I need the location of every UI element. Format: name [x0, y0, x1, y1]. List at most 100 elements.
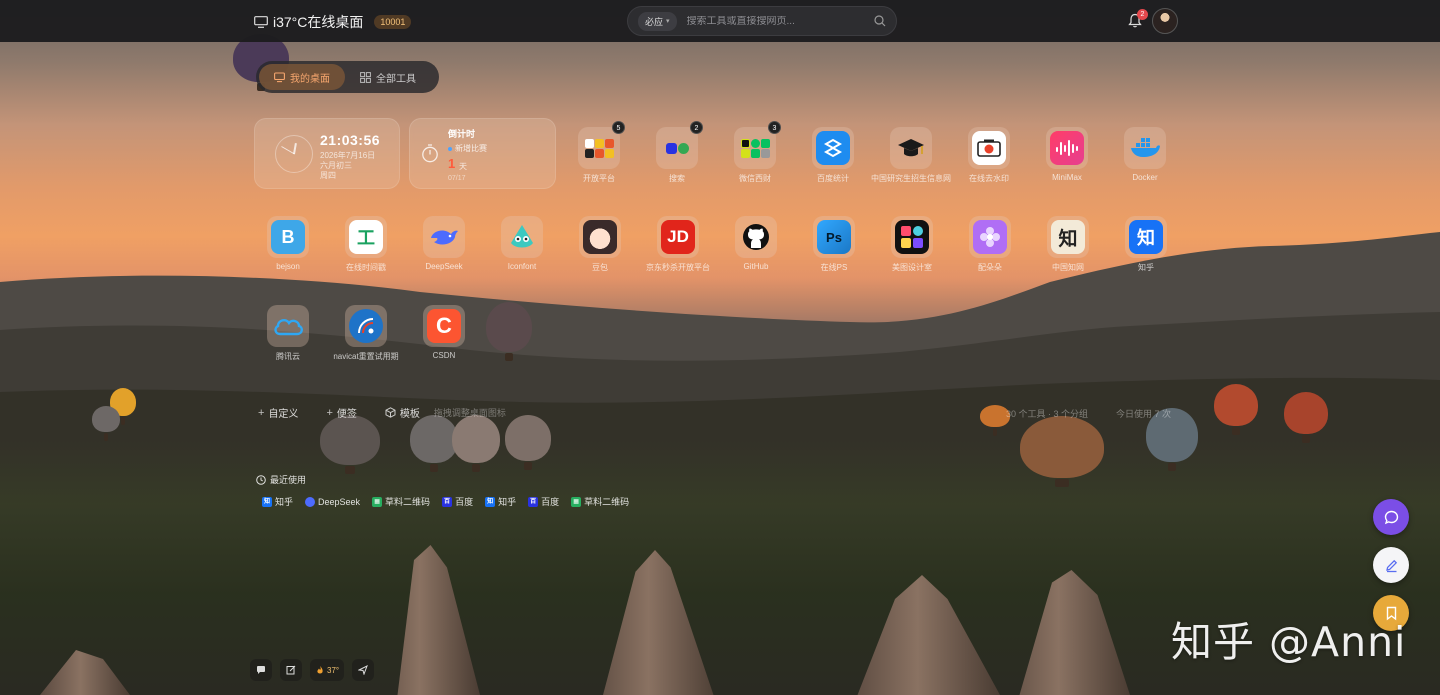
- app-label: Docker: [1132, 173, 1158, 182]
- user-avatar[interactable]: [1152, 8, 1178, 34]
- open-platform-icon: [582, 131, 616, 165]
- wallpaper-background: [0, 0, 1440, 695]
- app-jd-seckill[interactable]: JD 京东秒杀开放平台: [643, 216, 713, 273]
- balloon: [1284, 392, 1328, 443]
- app-peiduoduo[interactable]: 配朵朵: [955, 216, 1025, 273]
- iconfont-icon: [505, 220, 539, 254]
- app-watermark-remover[interactable]: 在线去水印: [954, 127, 1024, 184]
- recent-item-label: 知乎: [275, 497, 294, 507]
- camera-icon: [972, 131, 1006, 165]
- recent-title-label: 最近使用: [270, 475, 307, 485]
- tab-all-tools[interactable]: 全部工具: [345, 64, 431, 90]
- tab-my-desktop[interactable]: 我的桌面: [259, 64, 345, 90]
- app-badge: 2: [690, 121, 703, 134]
- app-navicat-reset[interactable]: navicat重置试用期: [331, 305, 401, 362]
- app-label: navicat重置试用期: [333, 352, 399, 361]
- recent-item-baidu[interactable]: 百百度: [442, 495, 473, 508]
- cnki-icon: 知: [1051, 220, 1085, 254]
- template-label: 模板: [399, 409, 420, 420]
- zhihu-watermark: 知乎 @Anni: [1171, 618, 1407, 666]
- app-badge: 5: [612, 121, 625, 134]
- recent-item-zhihu[interactable]: 知知乎: [262, 495, 293, 508]
- app-meitu-design[interactable]: 美图设计室: [877, 216, 947, 273]
- app-label: 在线时间戳: [346, 263, 386, 272]
- app-baidu-stats[interactable]: 百度统计: [798, 127, 868, 184]
- app-label: Iconfont: [507, 262, 537, 271]
- app-tencent-cloud[interactable]: 腾讯云: [253, 305, 323, 362]
- countdown-unit: 天: [459, 162, 467, 171]
- app-deepseek[interactable]: DeepSeek: [409, 216, 479, 271]
- graduation-cap-icon: [894, 131, 928, 165]
- recent-item-label: 知乎: [498, 497, 517, 507]
- recent-item-label: 草料二维码: [385, 497, 431, 507]
- zhihu-icon: 知: [262, 496, 272, 507]
- app-search-group[interactable]: 2 搜索: [642, 121, 712, 184]
- photoshop-icon: Ps: [817, 220, 851, 254]
- site-brand[interactable]: i37°C在线桌面 10001: [254, 12, 412, 32]
- chat-button[interactable]: [250, 659, 272, 681]
- search-engine-label: 必应: [645, 16, 664, 27]
- edit-note-button[interactable]: [280, 659, 302, 681]
- custom-button-label: 自定义: [268, 409, 299, 420]
- recent-item-label: 草料二维码: [584, 497, 630, 507]
- countdown-widget[interactable]: 倒计时 新增比赛 1 天 07/17: [409, 118, 556, 189]
- zhihu-icon: 知: [485, 496, 496, 507]
- app-graduate-admission[interactable]: 中国研究生招生信息网: [871, 127, 951, 184]
- app-minimax[interactable]: MiniMax: [1032, 127, 1102, 182]
- app-timestamp[interactable]: 工 在线时间戳: [331, 216, 401, 273]
- app-github[interactable]: GitHub: [721, 216, 791, 271]
- app-doubao[interactable]: 豆包: [565, 216, 635, 273]
- balloon: [505, 415, 551, 470]
- temperature-button[interactable]: 37°: [310, 659, 345, 681]
- app-csdn[interactable]: C CSDN: [409, 305, 479, 360]
- recent-item-deepseek[interactable]: DeepSeek: [305, 495, 360, 508]
- custom-button[interactable]: + 自定义: [258, 405, 299, 421]
- app-docker[interactable]: Docker: [1110, 127, 1180, 182]
- app-label: DeepSeek: [425, 262, 463, 271]
- app-cnki[interactable]: 知 中国知网: [1033, 216, 1103, 273]
- search-icon[interactable]: [874, 15, 886, 27]
- app-wechat-group[interactable]: 3 微信西财: [720, 121, 790, 184]
- send-button[interactable]: [352, 659, 375, 681]
- app-label: 配朵朵: [978, 263, 1002, 272]
- event-dot-icon: [448, 146, 452, 151]
- qrcode-icon: ▦: [571, 496, 582, 507]
- flame-icon: [317, 666, 323, 674]
- clock-icon: [256, 474, 266, 485]
- app-label: 中国研究生招生信息网: [871, 174, 951, 183]
- app-label: GitHub: [743, 262, 769, 271]
- app-label: 腾讯云: [276, 352, 300, 361]
- app-open-platform[interactable]: 5 开放平台: [564, 121, 634, 184]
- clock-weekday: 周四: [320, 171, 336, 180]
- clock-time: 21:03:56: [320, 132, 381, 148]
- app-online-ps[interactable]: Ps 在线PS: [799, 216, 869, 273]
- minimax-icon: [1050, 131, 1084, 165]
- app-bejson[interactable]: B bejson: [253, 216, 323, 271]
- app-label: 京东秒杀开放平台: [646, 263, 710, 272]
- navicat-icon: [349, 309, 383, 343]
- recent-item-qrcode[interactable]: ▦ 草料二维码: [372, 495, 430, 508]
- countdown-title: 倒计时: [448, 129, 476, 139]
- balloon: [92, 406, 120, 441]
- app-label: 搜索: [669, 174, 685, 183]
- recent-item-zhihu[interactable]: 知知乎: [485, 495, 516, 508]
- recent-section-title: 最近使用: [256, 473, 306, 486]
- countdown-event: 新增比赛: [448, 143, 487, 154]
- recent-item-qrcode[interactable]: ▦ 草料二维码: [571, 495, 629, 508]
- qrcode-icon: ▦: [372, 496, 383, 507]
- recent-item-baidu[interactable]: 百百度: [528, 495, 559, 508]
- sticky-note-button[interactable]: + 便签: [326, 405, 356, 421]
- edit-button[interactable]: [1373, 547, 1409, 583]
- search-input[interactable]: [686, 15, 874, 27]
- clock-widget[interactable]: 21:03:56 2026年7月16日 六月初三 周四: [254, 118, 400, 189]
- tab-label: 全部工具: [376, 73, 416, 85]
- search-engine-select[interactable]: 必应 ▾: [638, 11, 677, 31]
- feedback-chat-button[interactable]: [1373, 499, 1409, 535]
- template-button[interactable]: 模板: [385, 405, 420, 420]
- app-iconfont[interactable]: Iconfont: [487, 216, 557, 271]
- app-zhihu[interactable]: 知 知乎: [1111, 216, 1181, 273]
- cube-icon: [385, 407, 396, 418]
- tool-count-stat: 30 个工具 · 3 个分组: [1006, 409, 1089, 419]
- bejson-icon: B: [271, 220, 305, 254]
- app-label: 中国知网: [1052, 263, 1084, 272]
